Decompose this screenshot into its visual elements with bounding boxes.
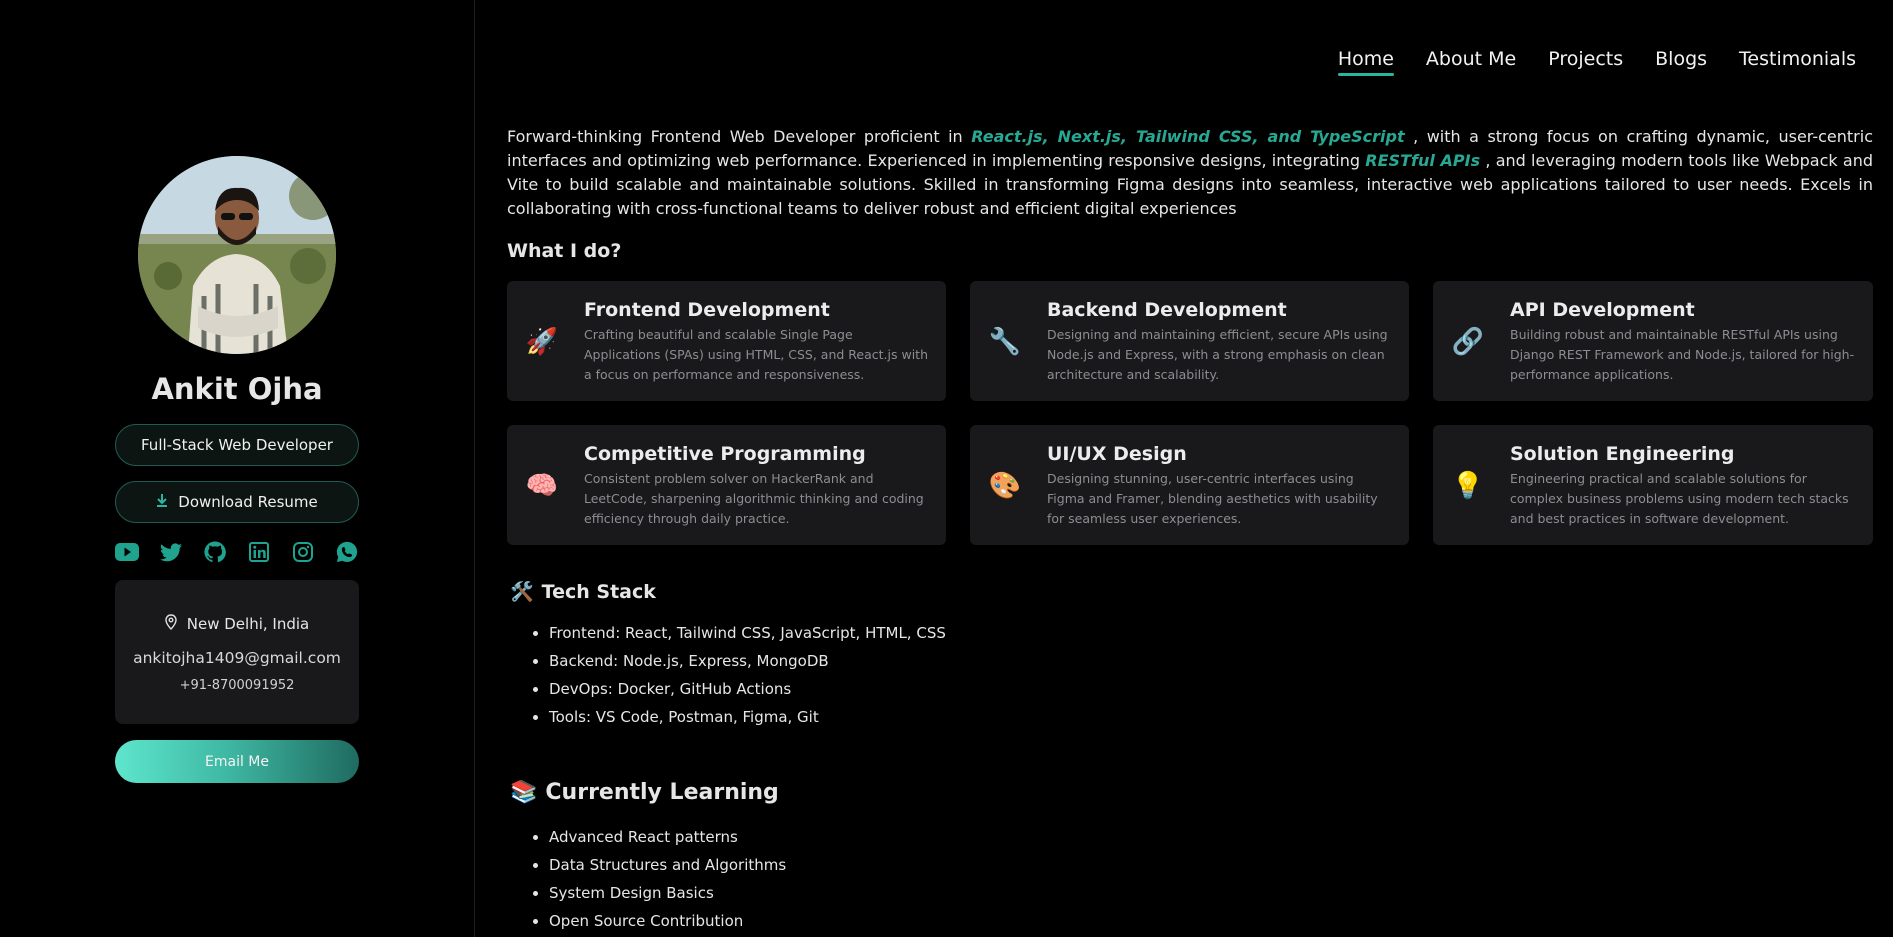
phone-text[interactable]: +91-8700091952 [115, 678, 359, 693]
github-icon[interactable] [203, 540, 227, 564]
intro-highlight-frameworks: React.js, Next.js, Tailwind CSS, and Typ… [971, 127, 1405, 146]
intro-highlight-apis: RESTful APIs [1365, 151, 1481, 170]
service-card: 🔧 Backend Development Designing and main… [970, 281, 1409, 401]
service-card: 🎨 UI/UX Design Designing stunning, user-… [970, 425, 1409, 545]
lightbulb-icon: 💡 [1451, 471, 1485, 501]
service-title: Solution Engineering [1510, 443, 1735, 465]
top-nav: Home About Me Projects Blogs Testimonial… [1337, 48, 1856, 76]
email-text[interactable]: ankitojha1409@gmail.com [115, 649, 359, 667]
location-pin-icon [165, 614, 177, 634]
service-title: Backend Development [1047, 299, 1287, 321]
tech-stack-heading: 🛠️ Tech Stack [510, 580, 656, 604]
nav-projects[interactable]: Projects [1548, 48, 1623, 76]
linkedin-icon[interactable] [247, 540, 271, 564]
tech-stack-list: Frontend: React, Tailwind CSS, JavaScrip… [531, 619, 946, 731]
brain-icon: 🧠 [525, 471, 559, 501]
list-item: Data Structures and Algorithms [549, 851, 786, 879]
download-resume-button[interactable]: Download Resume [115, 481, 359, 523]
tools-icon: 🛠️ [510, 581, 534, 603]
tech-stack-title: Tech Stack [541, 580, 656, 603]
nav-blogs[interactable]: Blogs [1655, 48, 1707, 76]
instagram-icon[interactable] [291, 540, 315, 564]
learning-list: Advanced React patterns Data Structures … [531, 823, 786, 935]
nav-testimonials[interactable]: Testimonials [1739, 48, 1856, 76]
intro-text-1: Forward-thinking Frontend Web Developer … [507, 127, 972, 146]
location-row: New Delhi, India [115, 614, 359, 634]
currently-learning-heading: 📚 Currently Learning [510, 780, 779, 805]
service-title: UI/UX Design [1047, 443, 1187, 465]
download-icon [156, 493, 168, 511]
service-card: 🧠 Competitive Programming Consistent pro… [507, 425, 946, 545]
palette-icon: 🎨 [988, 471, 1022, 501]
service-card: 🚀 Frontend Development Crafting beautifu… [507, 281, 946, 401]
youtube-icon[interactable] [115, 540, 139, 564]
list-item: Backend: Node.js, Express, MongoDB [549, 647, 946, 675]
service-description: Building robust and maintainable RESTful… [1510, 327, 1855, 382]
books-icon: 📚 [510, 780, 538, 805]
profile-sidebar: Ankit Ojha Full-Stack Web Developer Down… [0, 0, 475, 937]
service-description: Designing stunning, user-centric interfa… [1047, 471, 1378, 526]
list-item: Open Source Contribution [549, 907, 786, 935]
nav-about-me[interactable]: About Me [1426, 48, 1516, 76]
list-item: Frontend: React, Tailwind CSS, JavaScrip… [549, 619, 946, 647]
location-text: New Delhi, India [186, 615, 310, 633]
service-description: Engineering practical and scalable solut… [1510, 471, 1849, 526]
profile-name: Ankit Ojha [151, 372, 323, 406]
list-item: DevOps: Docker, GitHub Actions [549, 675, 946, 703]
currently-learning-title: Currently Learning [545, 780, 779, 805]
list-item: Advanced React patterns [549, 823, 786, 851]
nav-home[interactable]: Home [1337, 48, 1395, 76]
service-title: Competitive Programming [584, 443, 866, 465]
service-title: API Development [1510, 299, 1695, 321]
social-links [115, 540, 359, 564]
service-title: Frontend Development [584, 299, 830, 321]
role-badge: Full-Stack Web Developer [115, 424, 359, 466]
contact-card: New Delhi, India ankitojha1409@gmail.com… [115, 580, 359, 724]
rocket-icon: 🚀 [525, 327, 559, 357]
wrench-icon: 🔧 [988, 327, 1022, 357]
service-description: Crafting beautiful and scalable Single P… [584, 327, 928, 382]
email-me-button[interactable]: Email Me [115, 740, 359, 783]
list-item: Tools: VS Code, Postman, Figma, Git [549, 703, 946, 731]
download-resume-label: Download Resume [178, 493, 318, 511]
avatar-photo [138, 156, 336, 354]
list-item: System Design Basics [549, 879, 786, 907]
service-description: Designing and maintaining efficient, sec… [1047, 327, 1388, 382]
avatar [138, 156, 336, 354]
twitter-icon[interactable] [159, 540, 183, 564]
whatsapp-icon[interactable] [335, 540, 359, 564]
role-label: Full-Stack Web Developer [141, 436, 333, 454]
what-i-do-heading: What I do? [507, 240, 622, 262]
intro-paragraph: Forward-thinking Frontend Web Developer … [507, 125, 1873, 221]
service-card: 💡 Solution Engineering Engineering pract… [1433, 425, 1873, 545]
service-card: 🔗 API Development Building robust and ma… [1433, 281, 1873, 401]
service-description: Consistent problem solver on HackerRank … [584, 471, 924, 526]
link-icon: 🔗 [1451, 327, 1485, 357]
